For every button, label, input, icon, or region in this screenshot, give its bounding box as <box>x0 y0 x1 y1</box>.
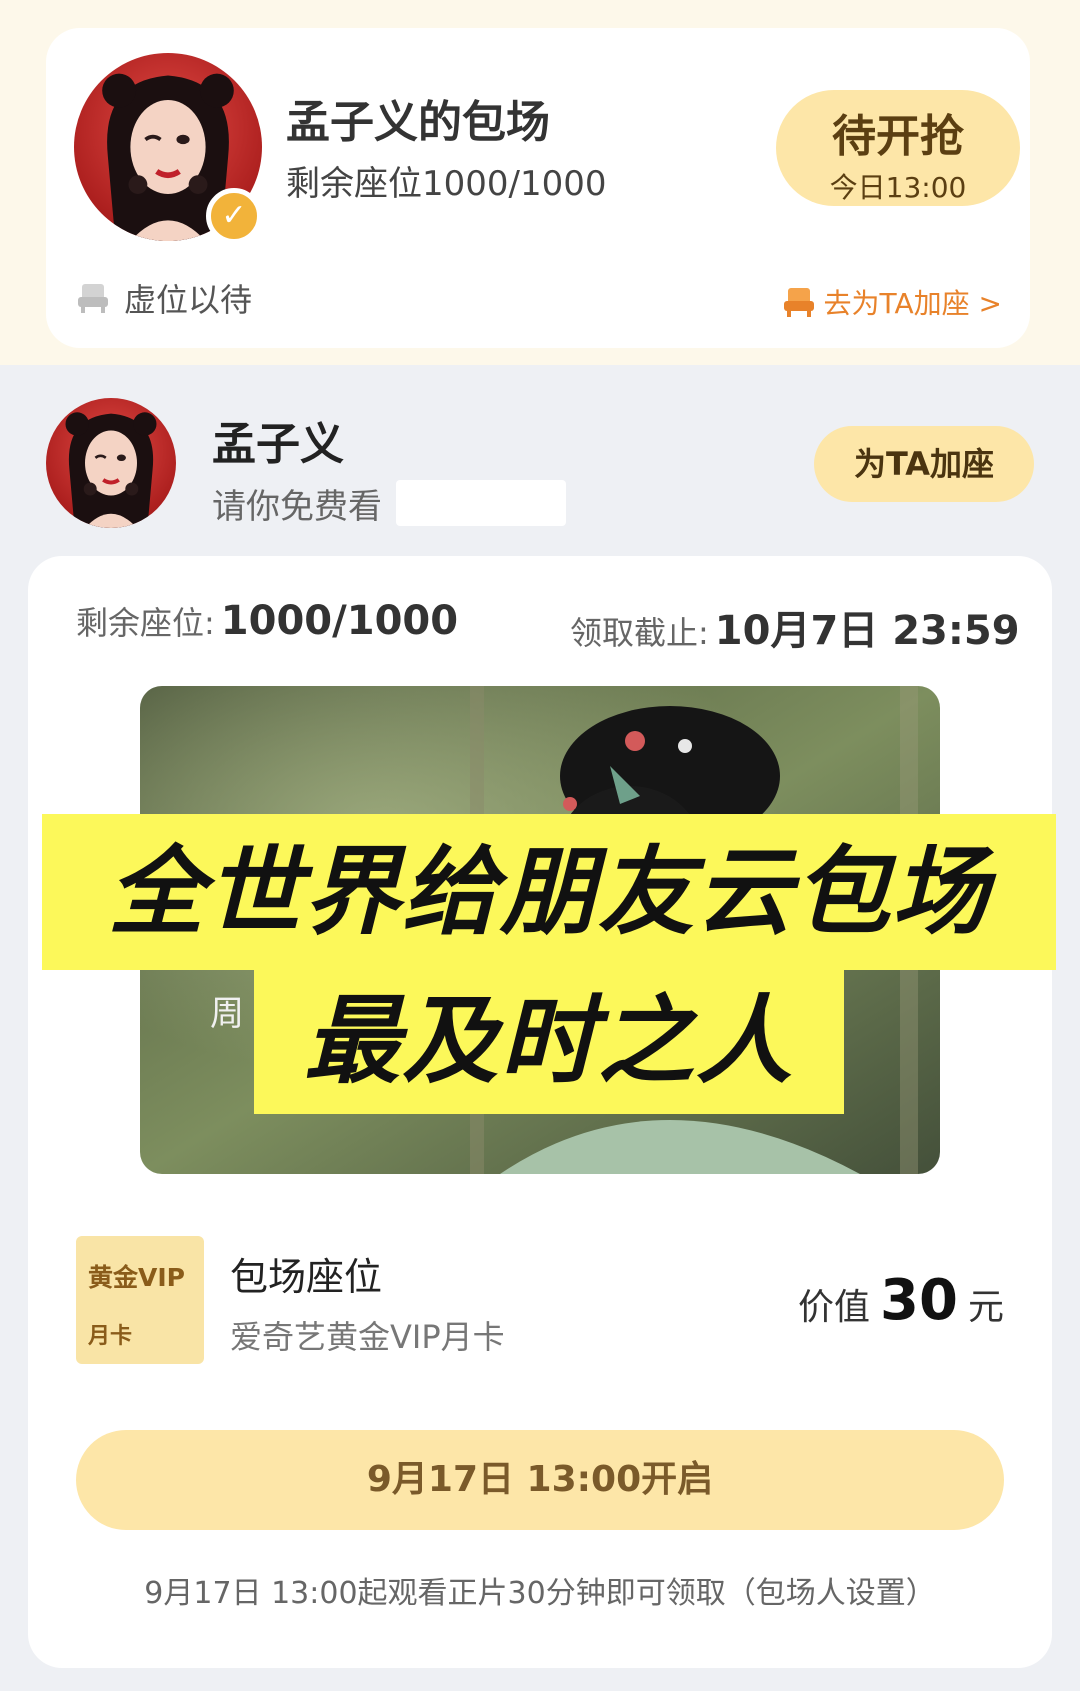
screening-title: 孟子义的包场 <box>286 97 550 148</box>
vip-card-bottom: 月卡 <box>88 1324 133 1349</box>
poster-overlay-text: 周 <box>210 994 244 1034</box>
claim-deadline: 领取截止: 10月7日 23:59 <box>570 598 1020 656</box>
seat-description: 爱奇艺黄金VIP月卡 <box>230 1318 505 1356</box>
host-name: 孟子义 <box>212 419 344 470</box>
invite-row: 请你免费看 <box>212 480 566 527</box>
add-seat-button[interactable]: 为TA加座 <box>814 426 1034 502</box>
remaining-seats-text: 剩余座位1000/1000 <box>286 164 607 204</box>
status-time: 今日13:00 <box>829 171 967 204</box>
caption-line-2: 最及时之人 <box>254 968 844 1114</box>
add-seat-link[interactable]: 去为TA加座 > <box>782 282 1002 322</box>
remaining-seats: 剩余座位: 1000/1000 <box>76 598 458 644</box>
redacted-title <box>396 480 566 526</box>
avatar-image <box>46 398 176 528</box>
host-avatar[interactable] <box>46 398 176 528</box>
invite-text: 请你免费看 <box>212 486 382 527</box>
claim-deadline-label: 领取截止: <box>570 614 709 652</box>
screening-card[interactable]: ✓ 孟子义的包场 剩余座位1000/1000 待开抢 今日13:00 虚位以待 <box>46 28 1030 348</box>
status-pill[interactable]: 待开抢 今日13:00 <box>776 90 1020 206</box>
claim-footnote: 9月17日 13:00起观看正片30分钟即可领取（包场人设置） <box>144 1576 936 1611</box>
vip-card-image: 黄金VIP 月卡 <box>76 1236 204 1364</box>
value-amount: 30 <box>880 1268 958 1333</box>
remaining-seats-label: 剩余座位: <box>76 604 215 642</box>
page: ✓ 孟子义的包场 剩余座位1000/1000 待开抢 今日13:00 虚位以待 <box>0 0 1080 1691</box>
value-unit: 元 <box>967 1287 1004 1328</box>
reserved-seat-row: 虚位以待 <box>76 276 252 320</box>
remaining-seats-value: 1000/1000 <box>220 598 459 644</box>
vip-card-top: 黄金VIP <box>88 1263 185 1292</box>
seat-title: 包场座位 <box>230 1255 383 1299</box>
seat-icon <box>782 285 816 319</box>
value-row: 价值 30 元 <box>798 1268 1004 1333</box>
add-seat-link-label: 去为TA加座 > <box>823 287 1002 320</box>
seat-icon <box>76 281 110 315</box>
claim-deadline-value: 10月7日 23:59 <box>714 608 1020 654</box>
open-time-button[interactable]: 9月17日 13:00开启 <box>76 1430 1004 1530</box>
value-label: 价值 <box>798 1287 871 1328</box>
caption-line-1: 全世界给朋友云包场 <box>42 814 1056 970</box>
reserved-label: 虚位以待 <box>124 281 253 319</box>
status-label: 待开抢 <box>832 111 964 162</box>
checkmark-badge-icon: ✓ <box>206 188 262 244</box>
